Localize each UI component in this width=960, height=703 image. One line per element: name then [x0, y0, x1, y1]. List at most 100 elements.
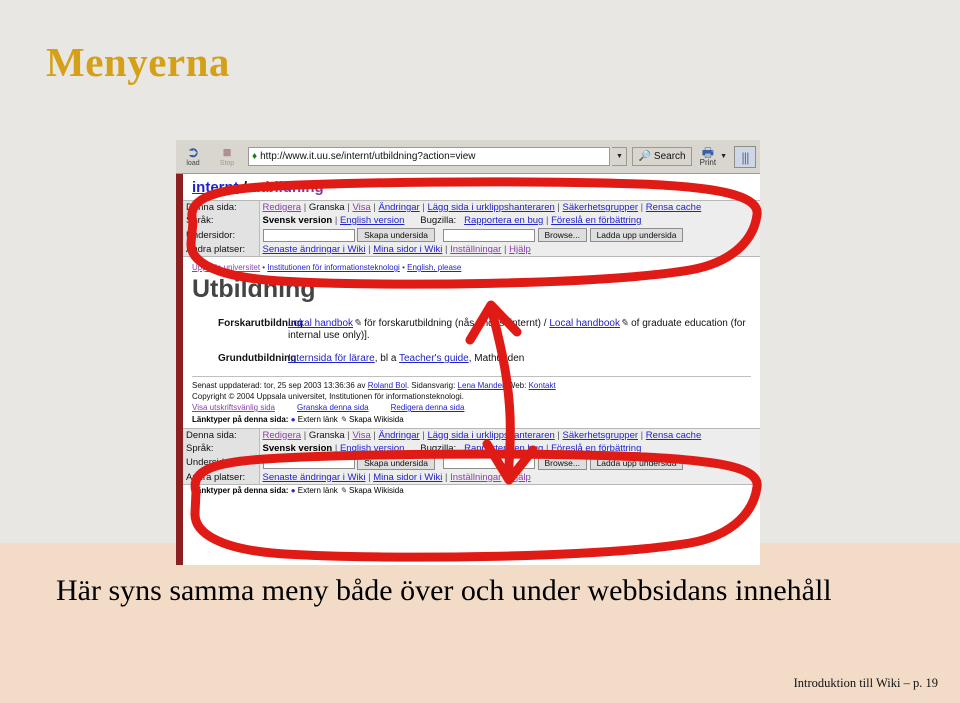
breadcrumb: internt / utbildning — [183, 174, 760, 198]
browse-button[interactable]: Browse... — [537, 455, 587, 470]
menu-label-andra-platser: Andra platser: — [183, 243, 260, 257]
link-rensa-cache[interactable]: Rensa cache — [646, 202, 701, 213]
link-mina-sidor[interactable]: Mina sidor i Wiki — [373, 472, 442, 483]
menu-links-andra-platser: Senaste ändringar i Wiki | Mina sidor i … — [259, 470, 760, 484]
address-bar[interactable]: ♦ http://www.it.uu.se/internt/utbildning… — [248, 147, 611, 166]
menu-label-sprak: Språk: — [183, 214, 260, 227]
reload-button[interactable]: ➲ load — [176, 145, 210, 167]
footer-copyright: Copyright © 2004 Uppsala universitet, In… — [192, 391, 464, 401]
create-subpage-button[interactable]: Skapa undersida — [357, 228, 435, 242]
url-text: http://www.it.uu.se/internt/utbildning?a… — [260, 151, 476, 162]
link-edit-page[interactable]: Redigera denna sida — [391, 403, 465, 412]
link-sakerhetsgrupper[interactable]: Säkerhetsgrupper — [563, 430, 639, 441]
menu-row-andra-platser: Andra platser: Senaste ändringar i Wiki … — [183, 243, 760, 257]
link-hjalp[interactable]: Hjälp — [509, 244, 531, 255]
footer-links: Visa utskriftsvänlig sida Granska denna s… — [192, 403, 751, 414]
link-lagg-sida-urklipp[interactable]: Lägg sida i urklippshanteraren — [427, 202, 554, 213]
updated-text: Senast uppdaterad: tor, 25 sep 2003 13:3… — [192, 381, 368, 390]
row-post-text: , Mathunden — [468, 353, 525, 364]
page-favicon-icon: ♦ — [252, 151, 258, 162]
wiki-menu-bottom: Denna sida: Redigera | Granska | Visa | … — [183, 427, 760, 485]
menu-links-andra-platser: Senaste ändringar i Wiki | Mina sidor i … — [259, 243, 760, 257]
link-visa[interactable]: Visa — [352, 430, 370, 441]
address-dropdown-button[interactable]: ▼ — [612, 147, 628, 166]
menu-label-denna-sida: Denna sida: — [183, 428, 260, 442]
extern-link-icon: ● — [290, 485, 296, 495]
link-rensa-cache[interactable]: Rensa cache — [646, 430, 701, 441]
link-installningar[interactable]: Inställningar — [450, 472, 501, 483]
link-sakerhetsgrupper[interactable]: Säkerhetsgrupper — [563, 202, 639, 213]
link-mina-sidor[interactable]: Mina sidor i Wiki — [373, 244, 442, 255]
bugzilla-label: Bugzilla: — [420, 442, 457, 454]
linktype-wiki-label: Skapa Wikisida — [348, 414, 404, 424]
menu-row-andra-platser: Andra platser: Senaste ändringar i Wiki … — [183, 470, 760, 484]
search-button[interactable]: 🔎 Search — [632, 147, 692, 166]
content-row-grundutbildning: Grundutbildning Internsida för lärare, b… — [192, 353, 751, 365]
link-redigera[interactable]: Redigera — [263, 430, 302, 441]
upload-subpage-button[interactable]: Ladda upp undersida — [589, 455, 684, 470]
content-heading: Utbildning — [192, 275, 316, 303]
browser-logo-icon[interactable]: ||| — [734, 145, 756, 168]
link-senaste-andringar[interactable]: Senaste ändringar i Wiki — [263, 472, 366, 483]
link-english-version[interactable]: English version — [340, 215, 404, 226]
link-installningar[interactable]: Inställningar — [450, 244, 501, 255]
link-hjalp[interactable]: Hjälp — [509, 472, 531, 483]
link-department[interactable]: Institutionen för informationsteknologi — [267, 263, 400, 272]
slide-footer: Introduktion till Wiki – p. 19 — [793, 676, 938, 690]
menu-label-undersidor: Undersidor: — [183, 454, 260, 471]
content-divider — [192, 376, 751, 377]
extern-link-icon: ● — [290, 414, 296, 424]
lang-current: Svensk version — [262, 215, 333, 226]
link-rapportera-bug[interactable]: Rapportera en bug — [464, 443, 543, 454]
subpage-name-input[interactable] — [262, 228, 355, 242]
linktypes-legend-top: Länktyper på denna sida: ● Extern länk ✎… — [183, 414, 760, 426]
breadcrumb-link-internt[interactable]: internt — [192, 179, 239, 196]
content-row-forskarutbildning: Forskarutbildning Lokal handbok✎ för for… — [192, 318, 751, 342]
link-review-page[interactable]: Granska denna sida — [297, 403, 369, 412]
subpage-name-input[interactable] — [262, 456, 355, 469]
link-redigera[interactable]: Redigera — [263, 202, 302, 213]
link-lagg-sida-urklipp[interactable]: Lägg sida i urklippshanteraren — [427, 430, 554, 441]
print-button[interactable]: 🖶 Print — [699, 146, 717, 167]
link-kontakt[interactable]: Kontakt — [529, 381, 556, 390]
link-andringar[interactable]: Ändringar — [379, 430, 420, 441]
link-teachers-guide[interactable]: Teacher's guide — [399, 353, 469, 364]
link-responsible[interactable]: Lena Mandell — [458, 381, 506, 390]
link-foresla-forbattring[interactable]: Föreslå en förbättring — [551, 215, 641, 226]
create-subpage-button[interactable]: Skapa undersida — [357, 455, 435, 470]
search-icon: 🔎 — [638, 151, 651, 162]
page-viewport: internt / utbildning Denna sida: Rediger… — [176, 174, 760, 565]
browse-button[interactable]: Browse... — [537, 228, 587, 242]
print-label: Print — [699, 157, 717, 167]
link-visa[interactable]: Visa — [352, 202, 370, 213]
page-content: Uppsala universitet • Institutionen för … — [183, 257, 760, 377]
breadcrumb-separator: / — [242, 179, 248, 196]
link-granska[interactable]: Granska — [309, 202, 345, 213]
link-granska[interactable]: Granska — [309, 430, 345, 441]
link-english-version[interactable]: English version — [340, 443, 404, 454]
linktypes-legend-bottom: Länktyper på denna sida: ● Extern länk ✎… — [183, 485, 760, 497]
menu-row-undersidor: Undersidor: Skapa undersida Browse... La… — [183, 454, 760, 471]
link-senaste-andringar[interactable]: Senaste ändringar i Wiki — [263, 244, 366, 255]
link-lokal-handbok[interactable]: Lokal handbok — [288, 318, 353, 329]
reload-label: load — [186, 160, 200, 167]
search-label: Search — [653, 151, 686, 162]
link-print-version[interactable]: Visa utskriftsvänlig sida — [192, 403, 275, 412]
link-uppsala-universitet[interactable]: Uppsala universitet — [192, 263, 260, 272]
link-rapportera-bug[interactable]: Rapportera en bug — [464, 215, 543, 226]
upload-file-input[interactable] — [442, 228, 535, 242]
upload-subpage-button[interactable]: Ladda upp undersida — [589, 228, 684, 242]
stop-button[interactable]: ■ Stop — [210, 145, 244, 167]
upload-file-input[interactable] — [442, 456, 535, 469]
link-english-please[interactable]: English, please — [407, 263, 461, 272]
print-dropdown-button[interactable]: ▼ — [720, 153, 727, 160]
bugzilla-label: Bugzilla: — [420, 215, 457, 226]
link-internsida-for-larare[interactable]: Internsida för lärare — [288, 353, 375, 364]
menu-row-denna-sida: Denna sida: Redigera | Granska | Visa | … — [183, 200, 760, 214]
link-updated-by[interactable]: Roland Bol — [368, 381, 407, 390]
browser-screenshot: ➲ load ■ Stop ♦ http://www.it.uu.se/inte… — [176, 140, 760, 565]
link-local-handbook[interactable]: Local handbook — [549, 318, 620, 329]
menu-links-denna-sida: Redigera | Granska | Visa | Ändringar | … — [259, 200, 760, 214]
link-andringar[interactable]: Ändringar — [379, 202, 420, 213]
link-foresla-forbattring[interactable]: Föreslå en förbättring — [551, 443, 641, 454]
